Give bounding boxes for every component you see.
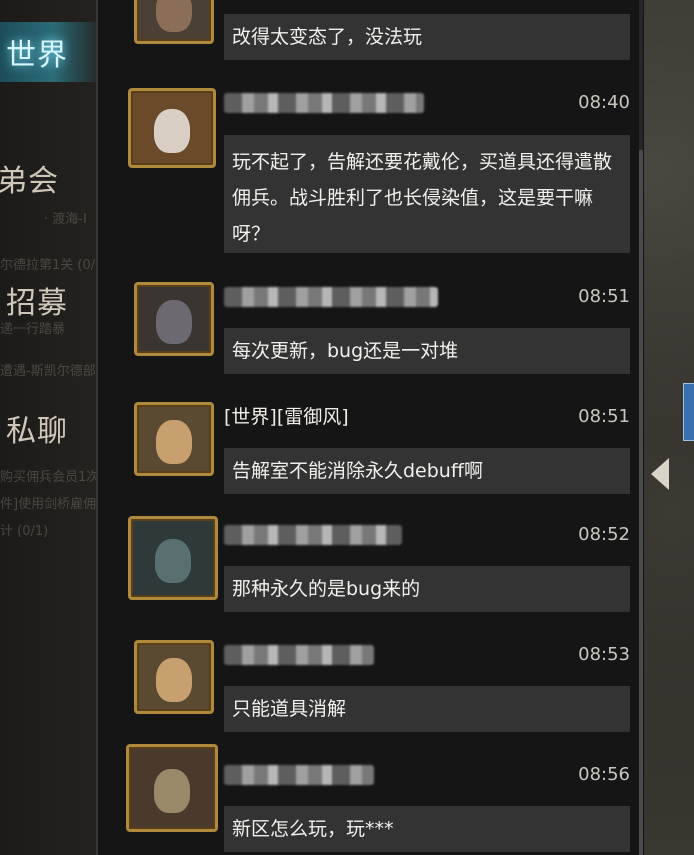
message-bubble: 告解室不能消除永久debuff啊 xyxy=(224,448,630,494)
tab-world[interactable]: 世界 xyxy=(0,22,96,82)
message-time: 08:53 xyxy=(578,644,630,665)
message-bubble: 只能道具消解 xyxy=(224,686,630,732)
priest-avatar[interactable] xyxy=(134,402,214,476)
claw-beast-avatar[interactable] xyxy=(128,516,218,600)
dark-knight-avatar[interactable] xyxy=(134,282,214,356)
sender-name xyxy=(224,760,374,790)
sender-name xyxy=(224,88,424,118)
message-time: 08:56 xyxy=(578,764,630,785)
channel-tab-column: · 渡海-I 尔德拉第1关 (0/1) 递一行踏暴 遭遇-斯凯尔德部的战斗 购买… xyxy=(0,0,208,855)
message-bubble: 改得太变态了，没法玩 xyxy=(224,14,630,60)
redacted-name xyxy=(224,765,374,785)
sender-name xyxy=(224,520,402,550)
redacted-name xyxy=(224,525,402,545)
old-sage-avatar[interactable] xyxy=(128,88,216,168)
message-bubble: 新区怎么玩，玩*** xyxy=(224,806,630,852)
scrollbar-thumb[interactable] xyxy=(639,150,643,855)
redacted-name xyxy=(224,645,374,665)
redacted-name xyxy=(224,93,424,113)
map-marker-icon[interactable] xyxy=(683,383,694,441)
collapse-arrow-icon[interactable] xyxy=(651,458,669,490)
chat-message-list[interactable]: 改得太变态了，没法玩 08:40 玩不起了，告解还要花戴伦，买道具还得遣散佣兵。… xyxy=(96,0,644,855)
sender-name xyxy=(224,640,374,670)
message-time: 08:52 xyxy=(578,524,630,545)
tab-brotherhood[interactable]: 兄弟会 xyxy=(0,148,96,208)
quest-line: 计 (0/1) xyxy=(0,524,49,539)
message-time: 08:51 xyxy=(578,286,630,307)
message-time: 08:51 xyxy=(578,406,630,427)
redacted-name xyxy=(224,287,438,307)
message-bubble: 每次更新，bug还是一对堆 xyxy=(224,328,630,374)
message-bubble: 那种永久的是bug来的 xyxy=(224,566,630,612)
orc-chief-avatar[interactable] xyxy=(126,744,218,832)
message-time: 08:40 xyxy=(578,92,630,113)
quest-line: · 渡海-I xyxy=(44,212,87,227)
bearded-warrior-avatar[interactable] xyxy=(134,0,214,44)
sender-name xyxy=(224,282,438,312)
message-bubble: 玩不起了，告解还要花戴伦，买道具还得遣散佣兵。战斗胜利了也长侵染值，这是要干嘛呀… xyxy=(224,135,630,253)
tab-recruit[interactable]: 招募 xyxy=(0,270,96,330)
priest-avatar[interactable] xyxy=(134,640,214,714)
sender-name: [世界][雷御风] xyxy=(224,405,349,428)
tab-private-chat[interactable]: 私聊 xyxy=(0,398,96,458)
